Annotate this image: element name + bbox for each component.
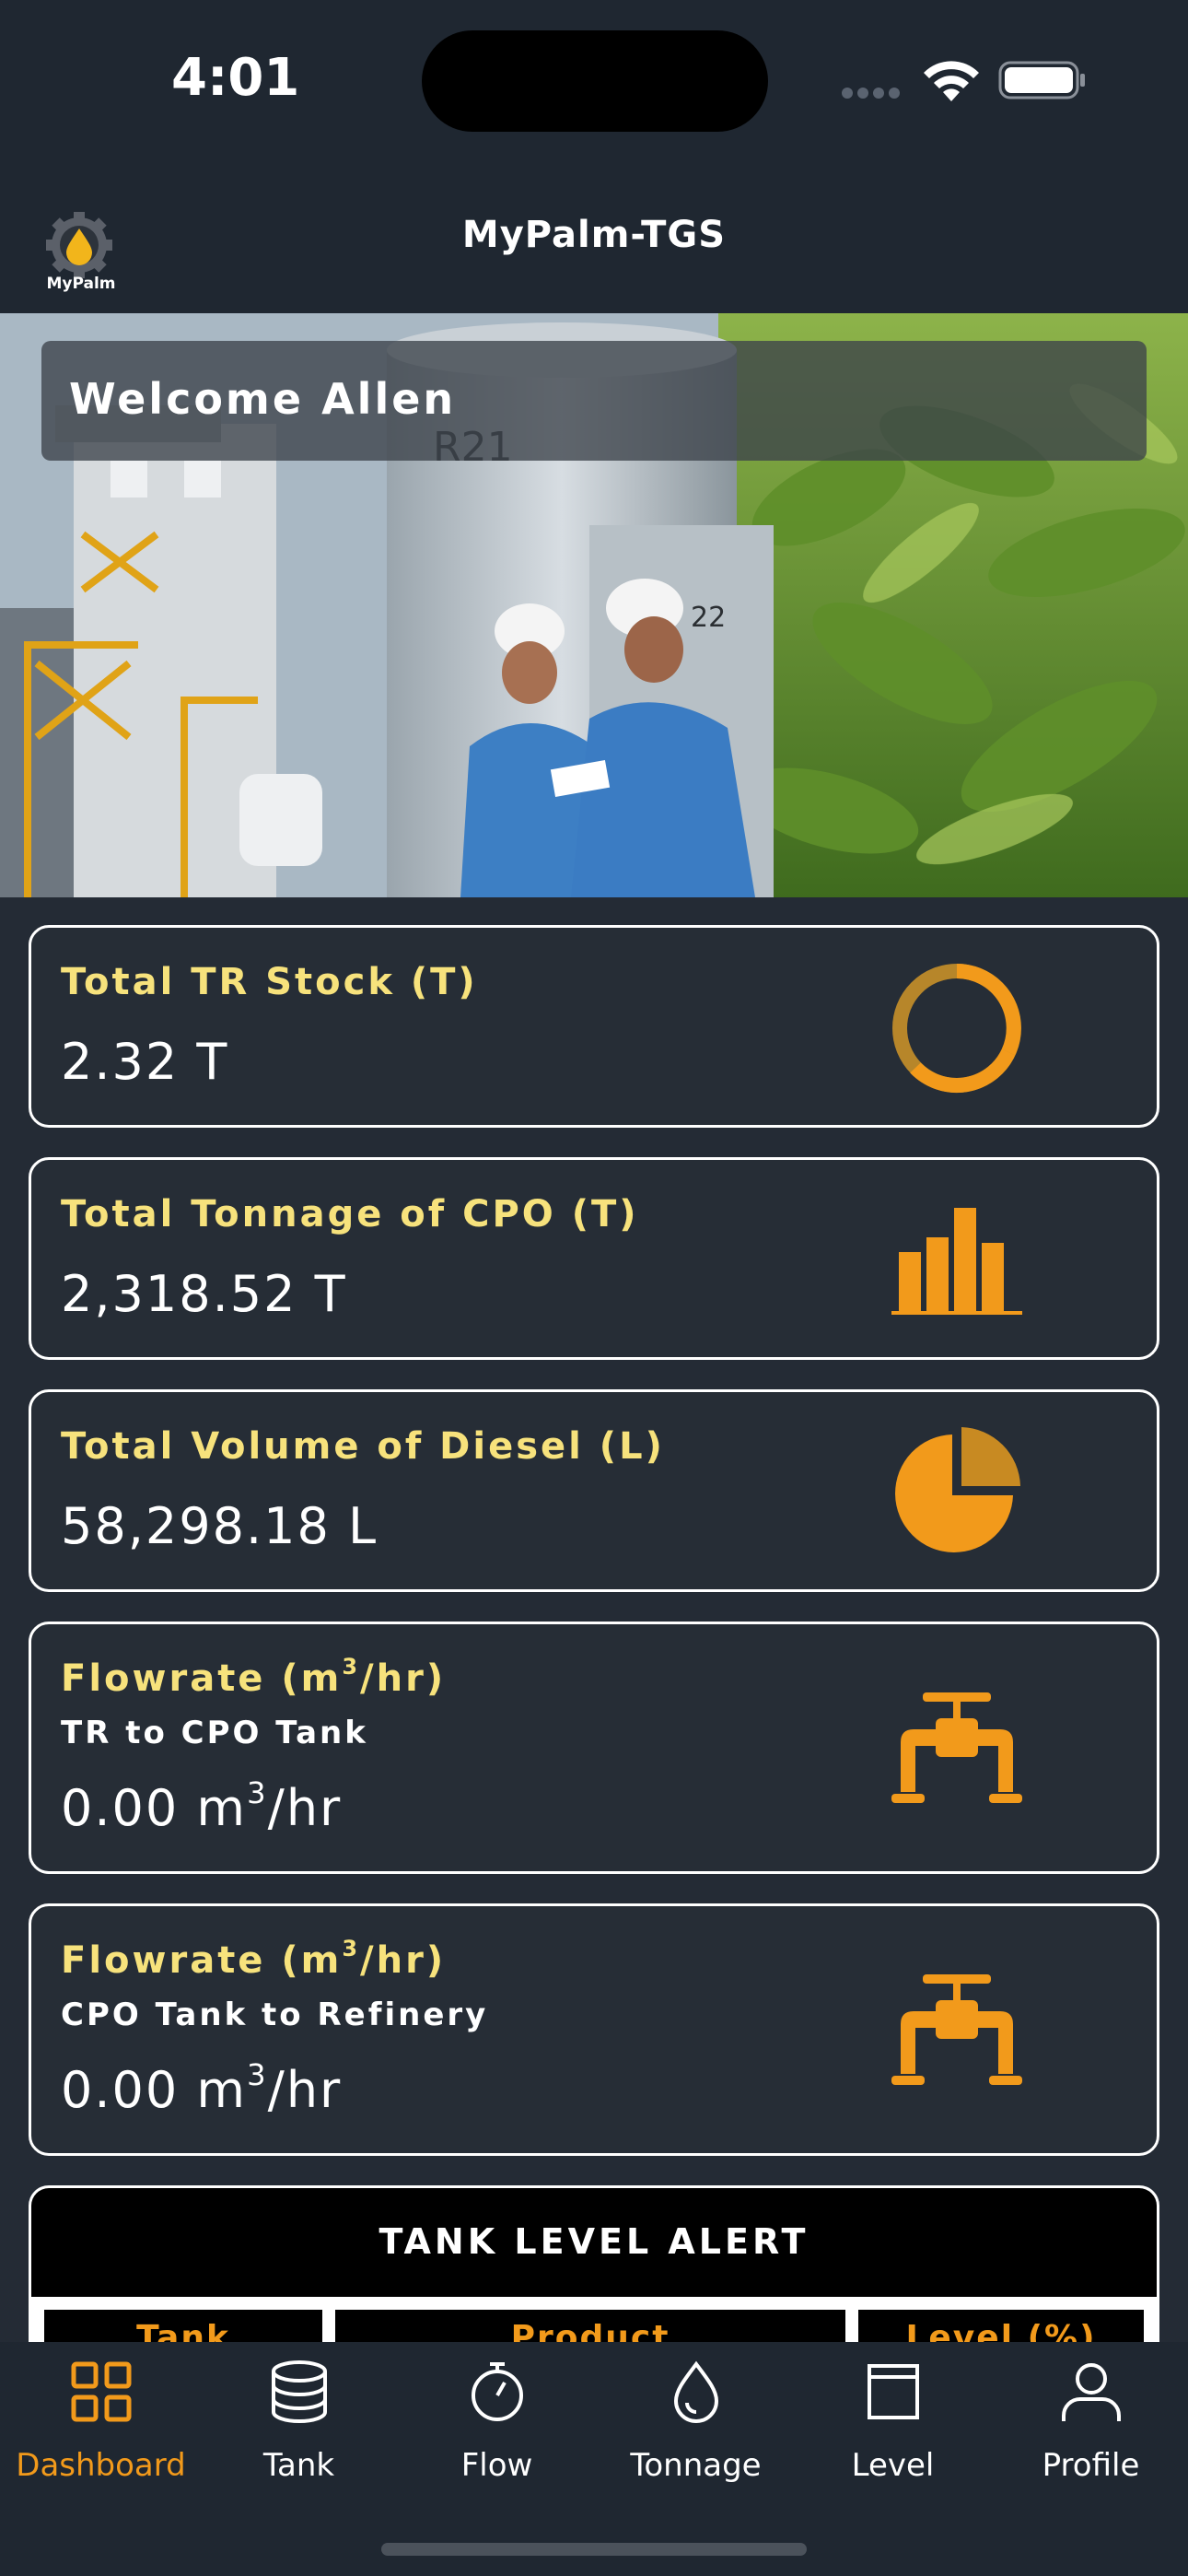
- pie-chart-icon: [895, 1427, 1020, 1552]
- card-title: Total Tonnage of CPO (T): [61, 1193, 639, 1235]
- tab-tank[interactable]: Tank: [200, 2359, 398, 2497]
- grid-icon: [71, 2361, 132, 2422]
- dynamic-island: [422, 30, 768, 132]
- cellular-signal-icon: [842, 85, 906, 99]
- welcome-text: Welcome Allen: [69, 374, 457, 424]
- status-time: 4:01: [171, 48, 300, 108]
- card-subtitle: TR to CPO Tank: [61, 1715, 368, 1751]
- card-title: Total Volume of Diesel (L): [61, 1425, 665, 1468]
- card-title: Flowrate (m3/hr): [61, 1936, 447, 1982]
- card-flowrate-tr-to-cpo[interactable]: Flowrate (m3/hr) TR to CPO Tank 0.00 m3/…: [29, 1622, 1159, 1874]
- tab-label: Tank: [262, 2447, 335, 2484]
- home-indicator: [381, 2543, 807, 2556]
- tab-tonnage[interactable]: Tonnage: [597, 2359, 795, 2497]
- tank-level-alert-panel: TANK LEVEL ALERT Tank Product Level (%): [29, 2185, 1159, 2342]
- app-header: MyPalm MyPalm-TGS: [0, 157, 1188, 313]
- card-value: 58,298.18 L: [61, 1497, 379, 1555]
- donut-chart-icon: [892, 964, 1021, 1094]
- tank-label-22: 22: [691, 602, 726, 634]
- column-header-tank[interactable]: Tank: [44, 2310, 322, 2342]
- tab-profile[interactable]: Profile: [992, 2359, 1188, 2497]
- pipe-valve-icon: [891, 1974, 1022, 2085]
- tab-label: Tonnage: [630, 2447, 762, 2484]
- tab-level[interactable]: Level: [794, 2359, 992, 2497]
- battery-icon: [998, 61, 1085, 100]
- card-value: 0.00 m3/hr: [61, 2057, 343, 2119]
- card-subtitle: CPO Tank to Refinery: [61, 1996, 489, 2033]
- tab-flow[interactable]: Flow: [398, 2359, 596, 2497]
- card-total-volume-diesel[interactable]: Total Volume of Diesel (L) 58,298.18 L: [29, 1389, 1159, 1592]
- card-value: 2,318.52 T: [61, 1265, 347, 1323]
- card-total-tr-stock[interactable]: Total TR Stock (T) 2.32 T: [29, 925, 1159, 1128]
- droplet-icon: [673, 2360, 719, 2423]
- card-flowrate-cpo-to-refinery[interactable]: Flowrate (m3/hr) CPO Tank to Refinery 0.…: [29, 1903, 1159, 2156]
- bucket-icon: [868, 2364, 919, 2419]
- app-title: MyPalm-TGS: [461, 214, 727, 256]
- pipe-valve-icon: [891, 1692, 1022, 1803]
- card-title: Flowrate (m3/hr): [61, 1654, 447, 1700]
- tab-label: Level: [851, 2447, 935, 2484]
- card-value: 2.32 T: [61, 1033, 229, 1091]
- user-icon: [1062, 2363, 1121, 2421]
- bar-chart-icon: [891, 1208, 1022, 1315]
- tab-label: Dashboard: [16, 2447, 186, 2484]
- card-title: Total TR Stock (T): [61, 961, 478, 1003]
- tab-label: Profile: [1042, 2447, 1140, 2484]
- hero-banner: R21 22 Welcome Allen: [0, 313, 1188, 897]
- database-icon: [272, 2360, 327, 2423]
- alert-table: Tank Product Level (%): [31, 2297, 1157, 2342]
- column-header-product[interactable]: Product: [335, 2310, 845, 2342]
- card-value: 0.00 m3/hr: [61, 1775, 343, 1837]
- welcome-banner: Welcome Allen: [41, 341, 1147, 461]
- logo-text: MyPalm: [46, 275, 116, 293]
- wifi-icon: [924, 61, 979, 101]
- bottom-tab-bar: Dashboard Tank Flow Tonnage Level Profil…: [0, 2342, 1188, 2576]
- column-header-level[interactable]: Level (%): [858, 2310, 1144, 2342]
- card-total-tonnage-cpo[interactable]: Total Tonnage of CPO (T) 2,318.52 T: [29, 1157, 1159, 1360]
- stopwatch-icon: [472, 2362, 523, 2421]
- status-bar: 4:01: [0, 0, 1188, 157]
- tab-dashboard[interactable]: Dashboard: [2, 2359, 200, 2497]
- alert-title: TANK LEVEL ALERT: [379, 2221, 809, 2262]
- tab-label: Flow: [460, 2447, 533, 2484]
